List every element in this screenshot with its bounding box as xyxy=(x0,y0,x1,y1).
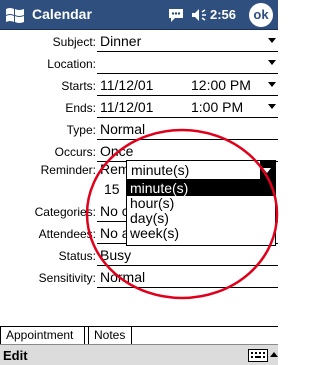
app-title: Calendar xyxy=(32,6,92,22)
subject-dropdown-arrow-icon[interactable] xyxy=(268,38,276,43)
keyboard-icon[interactable] xyxy=(248,349,268,362)
option-minutes[interactable]: minute(s) xyxy=(127,181,275,196)
tab-appointment[interactable]: Appointment xyxy=(0,327,85,345)
type-field[interactable]: Normal xyxy=(100,121,145,137)
divider xyxy=(97,73,278,74)
location-dropdown-arrow-icon[interactable] xyxy=(268,60,276,65)
subject-row: Subject: Dinner xyxy=(0,32,278,52)
menu-bar: Edit xyxy=(0,344,278,365)
sensitivity-row: Sensitivity: Normal xyxy=(0,268,278,288)
ends-label: Ends: xyxy=(65,101,96,115)
subject-field[interactable]: Dinner xyxy=(100,33,141,49)
dropdown-arrow-icon[interactable] xyxy=(260,161,275,179)
sensitivity-field[interactable]: Normal xyxy=(100,269,145,285)
divider xyxy=(97,265,278,266)
ends-row: Ends: 11/12/01 1:00 PM xyxy=(0,98,278,118)
starts-row: Starts: 11/12/01 12:00 PM xyxy=(0,76,278,96)
edit-menu[interactable]: Edit xyxy=(3,348,28,363)
starts-time[interactable]: 12:00 PM xyxy=(191,77,251,93)
starts-label: Starts: xyxy=(61,79,96,93)
reminder-unit-list: minute(s) hour(s) day(s) week(s) xyxy=(126,180,276,246)
categories-field[interactable]: No c xyxy=(100,203,129,219)
reminder-amount-field[interactable]: 15 xyxy=(104,181,120,197)
title-bar: Calendar 2:56 ok xyxy=(0,0,278,30)
ok-button[interactable]: ok xyxy=(249,3,273,27)
divider xyxy=(97,95,278,96)
location-row: Location: xyxy=(0,54,278,74)
divider xyxy=(97,287,278,288)
option-weeks[interactable]: week(s) xyxy=(127,226,275,241)
reminder-unit-selected: minute(s) xyxy=(131,162,190,178)
divider xyxy=(97,117,278,118)
subject-label: Subject: xyxy=(52,35,96,49)
connectivity-icon[interactable] xyxy=(167,6,185,24)
option-hours[interactable]: hour(s) xyxy=(127,196,275,211)
tab-notes[interactable]: Notes xyxy=(88,327,132,345)
windows-start-icon[interactable] xyxy=(4,5,26,25)
speaker-icon[interactable] xyxy=(190,7,208,23)
input-panel-arrow-icon[interactable] xyxy=(270,349,278,361)
occurs-row: Occurs: Once xyxy=(0,142,278,162)
status-field[interactable]: Busy xyxy=(100,247,131,263)
attendees-label: Attendees: xyxy=(38,227,96,241)
clock[interactable]: 2:56 xyxy=(210,7,236,22)
divider xyxy=(97,139,278,140)
reminder-unit-dropdown[interactable]: minute(s) xyxy=(126,160,276,180)
occurs-label: Occurs: xyxy=(54,145,96,159)
ends-time[interactable]: 1:00 PM xyxy=(191,99,243,115)
status-label: Status: xyxy=(58,249,96,263)
status-row: Status: Busy xyxy=(0,246,278,266)
reminder-label: Reminder: xyxy=(40,163,96,177)
type-label: Type: xyxy=(66,123,96,137)
sensitivity-label: Sensitivity: xyxy=(38,271,96,285)
ends-time-arrow-icon[interactable] xyxy=(268,104,276,109)
categories-label: Categories: xyxy=(34,205,96,219)
type-row: Type: Normal xyxy=(0,120,278,140)
occurs-field[interactable]: Once xyxy=(100,143,133,159)
starts-date[interactable]: 11/12/01 xyxy=(100,77,153,93)
location-label: Location: xyxy=(47,57,96,71)
divider xyxy=(97,51,278,52)
tab-bar: Appointment Notes xyxy=(0,327,278,345)
option-days[interactable]: day(s) xyxy=(127,211,275,226)
starts-time-arrow-icon[interactable] xyxy=(268,82,276,87)
ends-date[interactable]: 11/12/01 xyxy=(100,99,153,115)
